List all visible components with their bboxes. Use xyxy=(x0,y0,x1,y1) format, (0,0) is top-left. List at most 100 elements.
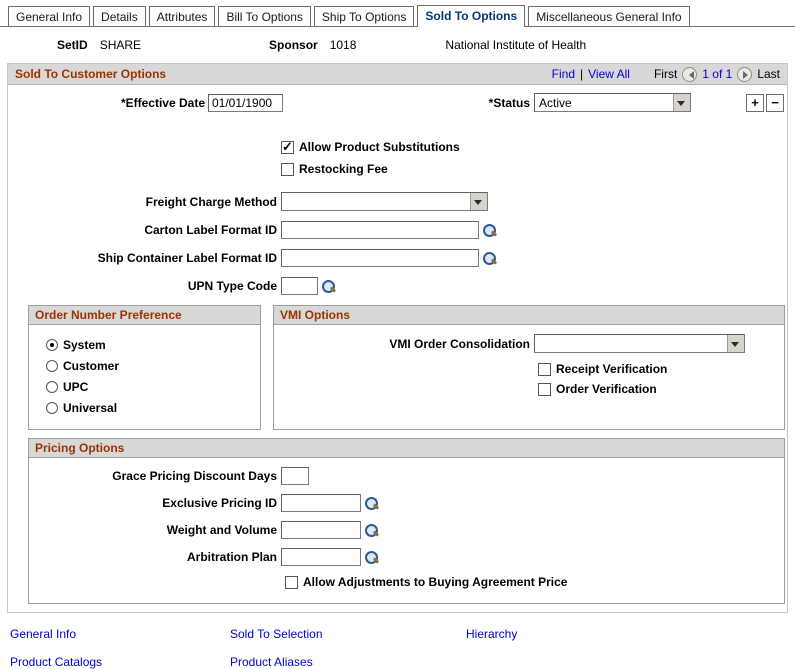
tab-ship-to-options[interactable]: Ship To Options xyxy=(313,6,415,26)
ship-container-label-format-id-row: Ship Container Label Format ID xyxy=(8,249,787,267)
general-info-link[interactable]: General Info xyxy=(10,627,230,641)
system-radio[interactable] xyxy=(46,339,58,351)
order-number-preference-group: Order Number Preference System Customer … xyxy=(28,305,261,430)
weight-and-volume-row: Weight and Volume xyxy=(29,521,784,539)
tab-sold-to-options[interactable]: Sold To Options xyxy=(417,5,526,27)
freight-charge-method-label: Freight Charge Method xyxy=(145,194,277,209)
carton-label-format-id-lookup-icon[interactable] xyxy=(482,223,497,238)
upn-type-code-lookup-icon[interactable] xyxy=(321,279,336,294)
last-label[interactable]: Last xyxy=(757,67,780,81)
page: General Info Details Attributes Bill To … xyxy=(0,0,795,669)
freight-charge-method-select[interactable] xyxy=(281,192,488,211)
order-verification-checkbox[interactable] xyxy=(538,382,551,396)
tab-general-info[interactable]: General Info xyxy=(8,6,91,26)
status-label: *Status xyxy=(488,95,530,110)
product-catalogs-link[interactable]: Product Catalogs xyxy=(10,655,230,669)
exclusive-pricing-id-lookup-icon[interactable] xyxy=(364,496,379,511)
vmi-options-title: VMI Options xyxy=(274,306,784,325)
upc-radio-row: UPC xyxy=(46,380,252,394)
tab-bar: General Info Details Attributes Bill To … xyxy=(0,0,795,27)
product-aliases-link[interactable]: Product Aliases xyxy=(230,655,466,669)
next-row-icon[interactable] xyxy=(737,66,753,82)
page-indicator: 1 of 1 xyxy=(702,67,733,81)
order-number-preference-title: Order Number Preference xyxy=(29,306,260,325)
upn-type-code-row: UPN Type Code xyxy=(8,277,787,295)
effective-date-label: *Effective Date xyxy=(120,95,205,110)
allow-product-substitutions-label: Allow Product Substitutions xyxy=(299,140,460,154)
grace-pricing-discount-days-input[interactable] xyxy=(281,467,309,485)
allow-product-substitutions-row: Allow Product Substitutions xyxy=(281,139,787,155)
allow-product-substitutions-checkbox[interactable] xyxy=(281,139,294,155)
universal-radio[interactable] xyxy=(46,402,58,414)
status-select[interactable]: Active xyxy=(534,93,691,112)
carton-label-format-id-label: Carton Label Format ID xyxy=(144,223,277,237)
freight-charge-method-row: Freight Charge Method xyxy=(8,192,787,211)
sponsor-label: Sponsor xyxy=(269,38,318,52)
sponsor-id-value: 1018 xyxy=(329,38,357,52)
exclusive-pricing-id-row: Exclusive Pricing ID xyxy=(29,494,784,512)
tab-miscellaneous-general-info[interactable]: Miscellaneous General Info xyxy=(528,6,690,26)
grace-pricing-discount-days-row: Grace Pricing Discount Days xyxy=(29,467,784,485)
allow-adjustments-label: Allow Adjustments to Buying Agreement Pr… xyxy=(303,575,568,589)
upn-type-code-input[interactable] xyxy=(281,277,318,295)
receipt-verification-row: Receipt Verification xyxy=(538,362,784,376)
preference-and-vmi-row: Order Number Preference System Customer … xyxy=(28,305,787,430)
effective-date-row: *Effective Date *Status Active + − xyxy=(8,93,787,112)
arbitration-plan-row: Arbitration Plan xyxy=(29,548,784,566)
vmi-order-consolidation-row: VMI Order Consolidation xyxy=(274,334,784,353)
customer-radio-row: Customer xyxy=(46,359,252,373)
pricing-options-group: Pricing Options Grace Pricing Discount D… xyxy=(28,438,785,604)
sponsor-name-value: National Institute of Health xyxy=(445,38,587,52)
first-label[interactable]: First xyxy=(654,67,677,81)
restocking-fee-checkbox[interactable] xyxy=(281,162,294,176)
customer-radio[interactable] xyxy=(46,360,58,372)
ship-container-label-format-id-label: Ship Container Label Format ID xyxy=(97,251,277,265)
sold-to-selection-link[interactable]: Sold To Selection xyxy=(230,627,466,641)
universal-radio-label: Universal xyxy=(63,401,118,415)
upc-radio[interactable] xyxy=(46,381,58,393)
receipt-verification-label: Receipt Verification xyxy=(556,362,668,376)
setid-label: SetID xyxy=(57,38,88,52)
freight-charge-method-value xyxy=(282,193,470,210)
sold-to-customer-options-section: Sold To Customer Options Find | View All… xyxy=(7,63,788,613)
vmi-order-consolidation-value xyxy=(535,335,727,352)
nav-separator: | xyxy=(580,67,584,81)
system-radio-row: System xyxy=(46,338,252,352)
weight-and-volume-lookup-icon[interactable] xyxy=(364,523,379,538)
carton-label-format-id-row: Carton Label Format ID xyxy=(8,221,787,239)
allow-adjustments-checkbox[interactable] xyxy=(285,575,298,589)
grace-pricing-discount-days-label: Grace Pricing Discount Days xyxy=(112,469,277,483)
tab-details[interactable]: Details xyxy=(93,6,146,26)
status-select-value: Active xyxy=(539,96,572,110)
delete-row-button[interactable]: − xyxy=(766,93,784,112)
view-all-link[interactable]: View All xyxy=(588,67,630,81)
ship-container-label-format-id-input[interactable] xyxy=(281,249,479,267)
weight-and-volume-input[interactable] xyxy=(281,521,361,539)
find-link[interactable]: Find xyxy=(552,67,575,81)
weight-and-volume-label: Weight and Volume xyxy=(166,523,277,537)
carton-label-format-id-input[interactable] xyxy=(281,221,479,239)
exclusive-pricing-id-input[interactable] xyxy=(281,494,361,512)
receipt-verification-checkbox[interactable] xyxy=(538,362,551,376)
row-action-buttons: + − xyxy=(746,93,784,112)
allow-adjustments-row: Allow Adjustments to Buying Agreement Pr… xyxy=(285,575,784,589)
arbitration-plan-input[interactable] xyxy=(281,548,361,566)
effective-date-input[interactable] xyxy=(208,93,283,112)
previous-row-icon[interactable] xyxy=(682,66,698,82)
upn-type-code-label: UPN Type Code xyxy=(187,279,277,293)
hierarchy-link[interactable]: Hierarchy xyxy=(466,627,795,641)
tab-attributes[interactable]: Attributes xyxy=(148,6,216,26)
arbitration-plan-lookup-icon[interactable] xyxy=(364,550,379,565)
upc-radio-label: UPC xyxy=(63,380,89,394)
section-header: Sold To Customer Options Find | View All… xyxy=(8,64,787,85)
scroll-navigation: Find | View All First 1 of 1 Last xyxy=(552,66,780,82)
vmi-order-consolidation-select[interactable] xyxy=(534,334,745,353)
customer-radio-label: Customer xyxy=(63,359,120,373)
tab-bill-to-options[interactable]: Bill To Options xyxy=(218,6,311,26)
add-row-button[interactable]: + xyxy=(746,93,764,112)
section-title: Sold To Customer Options xyxy=(15,67,167,81)
restocking-fee-label: Restocking Fee xyxy=(299,162,388,176)
ship-container-label-format-id-lookup-icon[interactable] xyxy=(482,251,497,266)
order-verification-label: Order Verification xyxy=(556,382,657,396)
dropdown-arrow-icon xyxy=(470,193,487,210)
